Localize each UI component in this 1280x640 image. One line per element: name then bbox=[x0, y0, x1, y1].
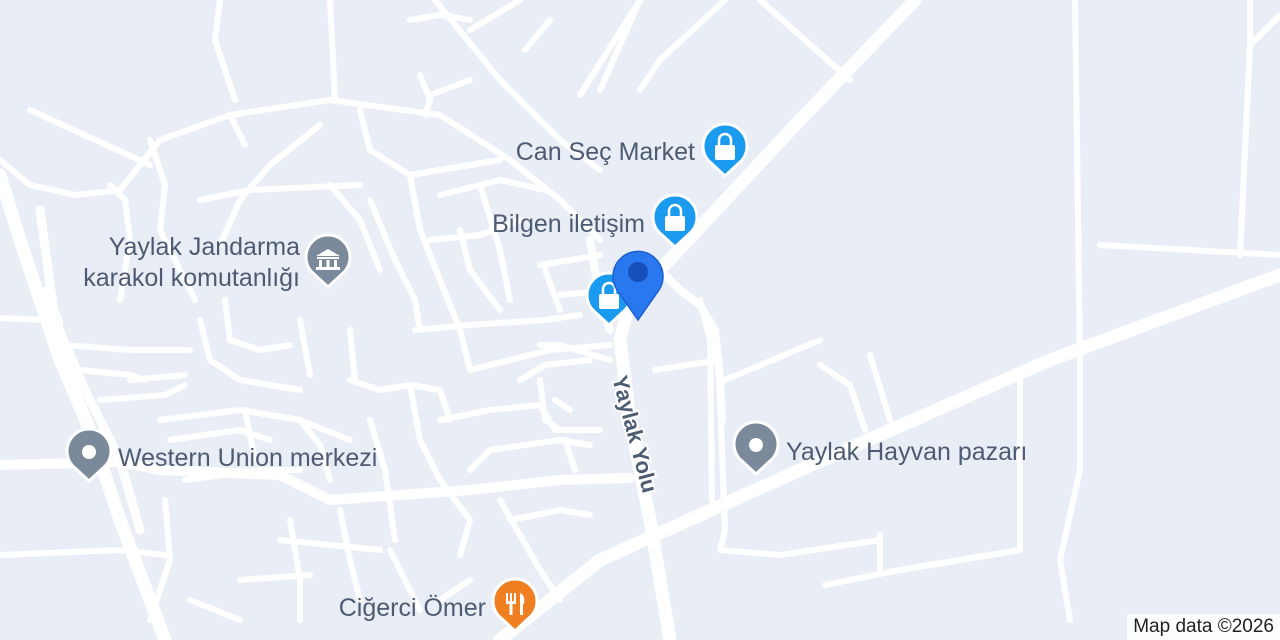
place-label: Yaylak Hayvan pazarı bbox=[786, 438, 1027, 466]
place-label: Ciğerci Ömer bbox=[339, 594, 486, 622]
place-label: Bilgen iletişim bbox=[492, 210, 645, 238]
place-label: Western Union merkezi bbox=[118, 444, 377, 472]
place-label: Can Seç Market bbox=[516, 138, 695, 166]
place-label: Yaylak Jandarma bbox=[109, 233, 300, 261]
place-label: karakol komutanlığı bbox=[83, 264, 300, 292]
map-canvas[interactable]: Yaylak Yolu Can Seç Market Bilgen iletiş… bbox=[0, 0, 1280, 640]
map-attribution[interactable]: Map data ©2026 bbox=[1127, 614, 1280, 640]
